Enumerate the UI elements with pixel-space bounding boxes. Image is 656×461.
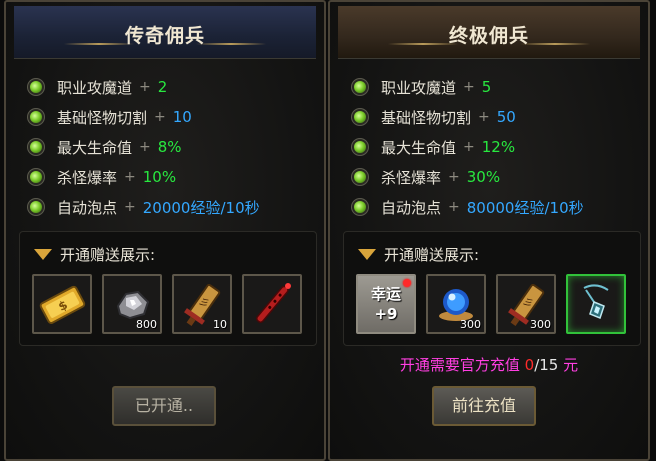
item-quantity: 300: [460, 318, 481, 331]
activated-button[interactable]: 已开通..: [112, 386, 216, 426]
item-quantity: 10: [213, 318, 227, 331]
gift-title: 开通赠送展示:: [384, 246, 480, 264]
green-bullet-icon: [30, 201, 42, 213]
stat-value: 8%: [157, 138, 182, 156]
stat-label: 杀怪爆率: [57, 168, 118, 187]
red-flute-icon: [256, 283, 291, 323]
stat-label: 基础怪物切割: [57, 108, 148, 127]
stat-label: 最大生命值: [57, 138, 133, 157]
green-bullet-icon: [30, 111, 42, 123]
stat-label: 自动泡点: [57, 198, 118, 217]
green-bullet-icon: [30, 81, 42, 93]
item-slot-red-flute[interactable]: [242, 274, 302, 334]
gift-preview-box: 开通赠送展示: 幸运 +9 300 彡 300: [343, 231, 641, 346]
stat-label: 最大生命值: [381, 138, 457, 157]
stat-row: 杀怪爆率 + 30%: [354, 162, 584, 192]
plus-sign: +: [154, 109, 166, 125]
item-slot-amulet[interactable]: [566, 274, 626, 334]
stat-label: 杀怪爆率: [381, 168, 442, 187]
green-bullet-icon: [354, 141, 366, 153]
stat-value: 12%: [481, 138, 516, 156]
panel-title: 终极佣兵: [448, 25, 529, 47]
green-bullet-icon: [354, 81, 366, 93]
stat-value: 30%: [466, 168, 501, 186]
stat-label: 职业攻魔道: [57, 78, 133, 97]
red-dot-icon: [403, 279, 411, 287]
stat-value: 10%: [142, 168, 177, 186]
panel-title: 传奇佣兵: [124, 25, 205, 47]
luck-label: 幸运: [370, 285, 401, 303]
item-slot-luck-stone[interactable]: 幸运 +9: [356, 274, 416, 334]
stat-row: 杀怪爆率 + 10%: [30, 162, 260, 192]
amulet-icon: [583, 284, 609, 319]
plus-sign: +: [478, 109, 490, 125]
recharge-unit: 元: [563, 356, 579, 374]
go-recharge-button[interactable]: 前往充值: [432, 386, 536, 426]
item-slot-blue-orb[interactable]: 300: [426, 274, 486, 334]
recharge-target: 15: [539, 356, 559, 374]
stat-label: 基础怪物切割: [381, 108, 472, 127]
stat-value: 2: [157, 78, 168, 96]
gold-ticket-icon: $: [39, 285, 86, 324]
stat-row: 自动泡点 + 20000经验/10秒: [30, 192, 260, 222]
stat-list: 职业攻魔道 + 5 基础怪物切割 + 50 最大生命值 + 12% 杀怪爆率 +…: [354, 72, 584, 222]
green-bullet-icon: [30, 171, 42, 183]
plus-sign: +: [124, 169, 136, 185]
plus-sign: +: [463, 139, 475, 155]
stat-value: 5: [481, 78, 492, 96]
gift-title: 开通赠送展示:: [60, 246, 156, 264]
recharge-current: 0: [524, 356, 535, 374]
green-bullet-icon: [354, 111, 366, 123]
recharge-prefix: 开通需要官方充值: [399, 356, 520, 374]
ultimate-mercenary-panel: 终极佣兵 职业攻魔道 + 5 基础怪物切割 + 50 最大生命值 + 12% 杀…: [328, 0, 650, 461]
stat-value: 80000经验/10秒: [466, 198, 584, 217]
stat-row: 基础怪物切割 + 50: [354, 102, 584, 132]
stat-value: 20000经验/10秒: [142, 198, 260, 217]
stat-row: 最大生命值 + 8%: [30, 132, 260, 162]
plus-sign: +: [139, 79, 151, 95]
gift-preview-box: 开通赠送展示: $ 800 彡 10: [19, 231, 317, 346]
item-slot-gold-ticket[interactable]: $: [32, 274, 92, 334]
plus-sign: +: [448, 199, 460, 215]
item-slot-scroll-blade[interactable]: 彡 300: [496, 274, 556, 334]
gift-header: 开通赠送展示:: [358, 244, 479, 265]
gift-header: 开通赠送展示:: [34, 244, 155, 265]
stat-row: 职业攻魔道 + 5: [354, 72, 584, 102]
plus-sign: +: [463, 79, 475, 95]
panel-header: 终极佣兵: [338, 6, 640, 59]
item-quantity: 300: [530, 318, 551, 331]
stat-value: 10: [172, 108, 192, 126]
stat-row: 最大生命值 + 12%: [354, 132, 584, 162]
item-slot-ore[interactable]: 800: [102, 274, 162, 334]
plus-sign: +: [448, 169, 460, 185]
green-bullet-icon: [354, 171, 366, 183]
luck-stone-icon: 幸运 +9: [358, 284, 414, 324]
luck-bonus: +9: [374, 305, 398, 323]
triangle-down-icon: [358, 249, 376, 260]
plus-sign: +: [139, 139, 151, 155]
stat-label: 职业攻魔道: [381, 78, 457, 97]
green-bullet-icon: [30, 141, 42, 153]
stat-list: 职业攻魔道 + 2 基础怪物切割 + 10 最大生命值 + 8% 杀怪爆率 + …: [30, 72, 260, 222]
plus-sign: +: [124, 199, 136, 215]
item-quantity: 800: [136, 318, 157, 331]
stat-row: 职业攻魔道 + 2: [30, 72, 260, 102]
stat-row: 基础怪物切割 + 10: [30, 102, 260, 132]
item-slot-scroll-blade[interactable]: 彡 10: [172, 274, 232, 334]
panel-header: 传奇佣兵: [14, 6, 316, 59]
stat-value: 50: [496, 108, 516, 126]
stat-row: 自动泡点 + 80000经验/10秒: [354, 192, 584, 222]
recharge-progress-text: 开通需要官方充值 0/15 元: [330, 354, 648, 375]
green-bullet-icon: [354, 201, 366, 213]
legendary-mercenary-panel: 传奇佣兵 职业攻魔道 + 2 基础怪物切割 + 10 最大生命值 + 8% 杀怪…: [4, 0, 326, 461]
triangle-down-icon: [34, 249, 52, 260]
stat-label: 自动泡点: [381, 198, 442, 217]
